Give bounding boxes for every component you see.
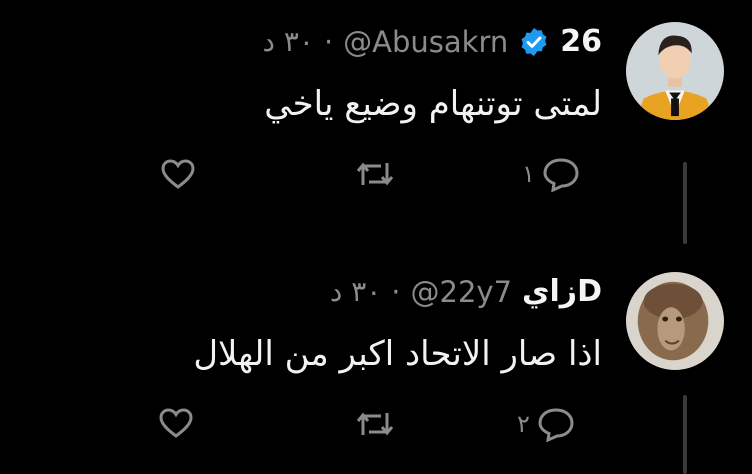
timestamp[interactable]: ٣٠ د: [330, 275, 381, 308]
verified-badge-icon: [518, 26, 550, 58]
thread-connector-line: [683, 162, 687, 244]
thread-connector-line-2: [683, 395, 687, 474]
tweet-text: لمتى توتنهام وضيع ياخي: [264, 84, 602, 124]
separator-dot: ·: [391, 274, 401, 309]
tweet-header: زايD @22y7 · ٣٠ د: [330, 274, 602, 309]
reply-count: ٢: [517, 410, 530, 438]
camel-avatar: [626, 272, 724, 370]
retweet-icon: [356, 162, 394, 186]
display-name[interactable]: 26: [560, 24, 602, 59]
reply-button[interactable]: ١: [522, 156, 581, 192]
like-button[interactable]: [160, 158, 202, 190]
tweet-text: اذا صار الاتحاد اكبر من الهلال: [193, 334, 602, 374]
retweet-button[interactable]: [355, 159, 401, 189]
tweet-2[interactable]: زايD @22y7 · ٣٠ د اذا صار الاتحاد اكبر م…: [0, 250, 752, 474]
reply-button[interactable]: ٢: [517, 406, 576, 442]
man-orange-suit-avatar: [626, 22, 724, 120]
user-handle[interactable]: @22y7: [411, 275, 513, 309]
user-handle[interactable]: @Abusakrn: [343, 25, 508, 59]
avatar-tweet-1[interactable]: [626, 22, 724, 120]
separator-dot: ·: [323, 24, 334, 59]
reply-icon: [538, 408, 574, 442]
timestamp[interactable]: ٣٠ د: [262, 25, 313, 58]
reply-icon: [543, 158, 579, 192]
retweet-button[interactable]: [355, 409, 401, 439]
display-name[interactable]: زايD: [522, 274, 602, 309]
like-icon: [159, 408, 193, 438]
retweet-icon: [356, 412, 394, 436]
reply-count: ١: [522, 160, 535, 188]
avatar-tweet-2[interactable]: [626, 272, 724, 370]
tweet-header: 26 @Abusakrn · ٣٠ د: [262, 24, 602, 59]
like-icon: [161, 159, 195, 189]
tweet-1[interactable]: 26 @Abusakrn · ٣٠ د لمتى توتنهام وضيع يا…: [0, 0, 752, 250]
like-button[interactable]: [158, 407, 200, 439]
